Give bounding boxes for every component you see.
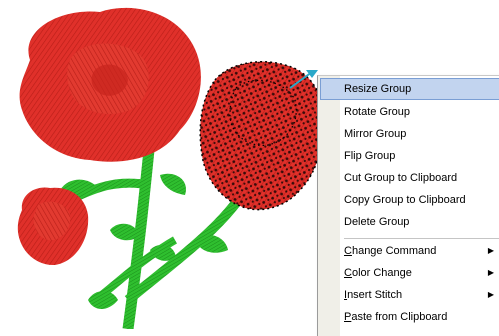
menu-item-delete-group[interactable]: Delete Group xyxy=(320,211,499,233)
menu-item-mnemonic: C xyxy=(344,267,352,279)
menu-item-label: nsert Stitch xyxy=(347,289,403,301)
menu-item-paste-from-clipboard[interactable]: Paste from Clipboard xyxy=(320,306,499,328)
menu-item-cut-group[interactable]: Cut Group to Clipboard xyxy=(320,167,499,189)
rose-large xyxy=(19,7,201,162)
context-menu: Resize Group Rotate Group Mirror Group F… xyxy=(317,75,499,336)
menu-item-label: Flip Group xyxy=(344,150,396,162)
menu-item-label: olor Change xyxy=(351,267,412,279)
menu-item-mirror-group[interactable]: Mirror Group xyxy=(320,123,499,145)
rose-selected-group[interactable] xyxy=(199,61,324,211)
menu-item-label: Resize Group xyxy=(344,83,412,95)
menu-item-insert-stitch[interactable]: Insert Stitch ▶ xyxy=(320,284,499,306)
menu-item-resize-group[interactable]: Resize Group xyxy=(320,78,499,100)
menu-item-label: Copy Group to Clipboard xyxy=(344,194,466,206)
submenu-arrow-icon: ▶ xyxy=(487,246,494,255)
menu-item-rotate-group[interactable]: Rotate Group xyxy=(320,101,499,123)
menu-item-label: Cut Group to Clipboard xyxy=(344,172,458,184)
menu-item-label: Mirror Group xyxy=(344,128,407,140)
menu-separator xyxy=(344,238,499,239)
menu-item-color-change[interactable]: Color Change ▶ xyxy=(320,262,499,284)
menu-item-copy-group[interactable]: Copy Group to Clipboard xyxy=(320,189,499,211)
submenu-arrow-icon: ▶ xyxy=(487,268,494,277)
menu-item-flip-group[interactable]: Flip Group xyxy=(320,145,499,167)
submenu-arrow-icon: ▶ xyxy=(487,290,494,299)
menu-item-label: Delete Group xyxy=(344,216,410,228)
rose-bud xyxy=(17,187,89,266)
menu-item-label: hange Command xyxy=(351,245,437,257)
menu-item-label: Rotate Group xyxy=(344,106,411,118)
menu-item-mnemonic: C xyxy=(344,245,352,257)
menu-item-change-command[interactable]: Change Command ▶ xyxy=(320,240,499,262)
menu-item-label: aste from Clipboard xyxy=(351,311,448,323)
